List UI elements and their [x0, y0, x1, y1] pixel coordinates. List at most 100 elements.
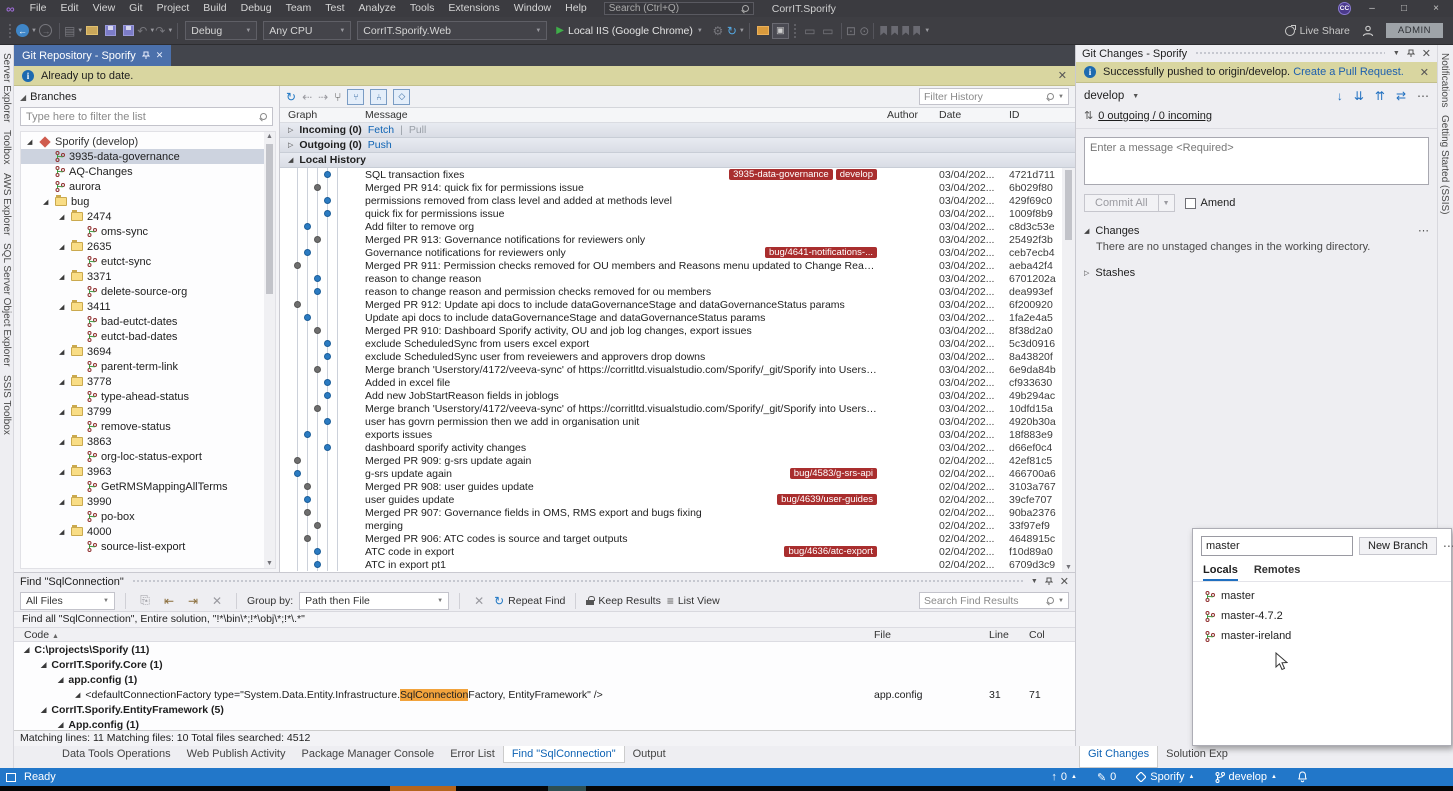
- cherry-pick-button[interactable]: ⇠: [302, 90, 312, 104]
- expander-icon[interactable]: [59, 273, 67, 281]
- branch-tree-item[interactable]: bad-eutct-dates: [21, 314, 275, 329]
- search-find-results-input[interactable]: Search Find Results ▼: [919, 592, 1069, 609]
- expander-icon[interactable]: [59, 498, 67, 506]
- column-message[interactable]: Message: [352, 109, 887, 121]
- new-file-button[interactable]: ▤▼: [64, 21, 83, 41]
- refresh-history-button[interactable]: ↻: [286, 90, 296, 104]
- local-history-section-row[interactable]: ◢Local History: [280, 153, 1075, 168]
- branch-tree-item[interactable]: org-loc-status-export: [21, 449, 275, 464]
- column-file[interactable]: File: [874, 629, 989, 641]
- stashes-section-header[interactable]: ▷Stashes: [1076, 259, 1437, 281]
- branch-tree-item[interactable]: eutct-bad-dates: [21, 329, 275, 344]
- commit-row[interactable]: Merged PR 912: Update api docs to includ…: [280, 298, 1075, 311]
- expander-icon[interactable]: [59, 438, 67, 446]
- branch-dropdown-caret-icon[interactable]: ▼: [1132, 93, 1139, 100]
- menu-item[interactable]: Tools: [403, 0, 442, 17]
- expander-icon[interactable]: ◢: [58, 721, 63, 729]
- commit-all-button[interactable]: Commit All ▼: [1084, 194, 1175, 212]
- save-button[interactable]: [101, 21, 119, 41]
- notifications-bell-icon[interactable]: [1297, 771, 1308, 783]
- feedback-person-icon[interactable]: [1362, 25, 1374, 37]
- expander-icon[interactable]: ◢: [24, 646, 29, 654]
- bookmark-buttons[interactable]: ▼: [878, 21, 930, 41]
- more-actions-button[interactable]: ⋯: [1417, 89, 1429, 103]
- bottom-tab[interactable]: Find "SqlConnection": [503, 746, 625, 763]
- side-tab[interactable]: SSIS Toolbox: [1, 375, 12, 435]
- menu-item[interactable]: Help: [558, 0, 594, 17]
- expander-icon[interactable]: [59, 348, 67, 356]
- expander-icon[interactable]: ◢: [75, 691, 80, 699]
- outgoing-section-row[interactable]: ▷Outgoing (0) Push: [280, 138, 1075, 153]
- menu-item[interactable]: Project: [150, 0, 197, 17]
- repository-button[interactable]: Sporify▲: [1136, 771, 1194, 783]
- pin-icon[interactable]: [1407, 49, 1415, 58]
- bottom-tab[interactable]: Web Publish Activity: [179, 746, 294, 762]
- current-branch-dropdown[interactable]: develop: [1084, 90, 1124, 102]
- undo-button[interactable]: ↶▼: [137, 21, 155, 41]
- expander-icon[interactable]: ◢: [41, 706, 46, 714]
- prev-result-button[interactable]: ⇤: [160, 591, 178, 611]
- expander-icon[interactable]: [43, 198, 51, 206]
- branch-tree-item[interactable]: 4000: [21, 524, 275, 539]
- find-result-row[interactable]: ◢C:\projects\Sporify (11): [14, 642, 1075, 657]
- close-button[interactable]: ×: [1425, 3, 1447, 14]
- side-tab[interactable]: SQL Server Object Explorer: [1, 243, 12, 367]
- scroll-down-icon[interactable]: ▼: [264, 560, 275, 567]
- branch-tree-item[interactable]: remove-status: [21, 419, 275, 434]
- push-button[interactable]: ⇈: [1375, 89, 1385, 103]
- branch-tree-item[interactable]: 3411: [21, 299, 275, 314]
- find-result-row[interactable]: ◢CorrIT.Sporify.Core (1): [14, 657, 1075, 672]
- toggle-tags-button[interactable]: ◇: [393, 89, 410, 105]
- bottom-tab[interactable]: Package Manager Console: [293, 746, 442, 762]
- current-branch-button[interactable]: develop▲: [1215, 771, 1278, 783]
- find-result-row[interactable]: ◢App.config (1): [14, 717, 1075, 730]
- commit-row[interactable]: Merged PR 911: Permission checks removed…: [280, 259, 1075, 272]
- commit-row[interactable]: Add filter to remove org 03/04/202... c8…: [280, 220, 1075, 233]
- expander-icon[interactable]: ◢: [41, 661, 46, 669]
- close-infobar-icon[interactable]: ✕: [1058, 69, 1067, 82]
- sync-button[interactable]: ⇄: [1396, 89, 1406, 103]
- branch-tree-item[interactable]: 3778: [21, 374, 275, 389]
- history-scrollbar[interactable]: ▼: [1062, 168, 1075, 572]
- menu-item[interactable]: Git: [122, 0, 149, 17]
- menu-item[interactable]: Window: [507, 0, 558, 17]
- restore-layout-icon[interactable]: [6, 773, 16, 782]
- close-panel-icon[interactable]: ✕: [1422, 47, 1431, 60]
- commit-row[interactable]: Merged PR 906: ATC codes is source and t…: [280, 532, 1075, 545]
- branch-tree-item[interactable]: eutct-sync: [21, 254, 275, 269]
- copy-results-button[interactable]: ⎘: [136, 591, 154, 611]
- iis-settings-button[interactable]: ▣: [772, 23, 789, 39]
- branch-tree-item[interactable]: delete-source-org: [21, 284, 275, 299]
- tab-remotes[interactable]: Remotes: [1254, 564, 1300, 581]
- expander-icon[interactable]: [59, 378, 67, 386]
- menu-item[interactable]: View: [86, 0, 123, 17]
- commit-row[interactable]: Added in excel file 03/04/202... cf93363…: [280, 376, 1075, 389]
- push-link[interactable]: Push: [368, 139, 392, 151]
- toggle-full-graph-button[interactable]: ⑃: [370, 89, 387, 105]
- commit-row[interactable]: Merged PR 909: g-srs update again 02/04/…: [280, 454, 1075, 467]
- commit-row[interactable]: ATC code in export bug/4636/atc-export 0…: [280, 545, 1075, 558]
- bottom-tab[interactable]: Data Tools Operations: [54, 746, 179, 762]
- side-tab[interactable]: Notifications: [1439, 53, 1450, 107]
- commit-row[interactable]: g-srs update again bug/4583/g-srs-api 02…: [280, 467, 1075, 480]
- bottom-tab[interactable]: Output: [625, 746, 674, 762]
- list-view-button[interactable]: ≡List View: [667, 594, 720, 608]
- commit-row[interactable]: Governance notifications for reviewers o…: [280, 246, 1075, 259]
- commit-row[interactable]: SQL transaction fixes 3935-data-governan…: [280, 168, 1075, 181]
- tab-locals[interactable]: Locals: [1203, 564, 1238, 581]
- commit-row[interactable]: Merged PR 907: Governance fields in OMS,…: [280, 506, 1075, 519]
- find-panel-title-bar[interactable]: Find "SqlConnection" ▼ ✕: [14, 573, 1075, 590]
- branch-tree-item[interactable]: 3935-data-governance: [21, 149, 275, 164]
- branch-tree-item[interactable]: po-box: [21, 509, 275, 524]
- commit-row[interactable]: dashboard sporify activity changes 03/04…: [280, 441, 1075, 454]
- branch-tree-item[interactable]: 3694: [21, 344, 275, 359]
- menu-item[interactable]: Analyze: [352, 0, 403, 17]
- outgoing-incoming-link[interactable]: 0 outgoing / 0 incoming: [1098, 110, 1212, 122]
- clear-results-button[interactable]: ✕: [208, 591, 226, 611]
- close-panel-icon[interactable]: ✕: [1060, 575, 1069, 588]
- menu-item[interactable]: Debug: [234, 0, 279, 17]
- expander-icon[interactable]: [59, 468, 67, 476]
- expander-icon[interactable]: [59, 528, 67, 536]
- start-debugging-button[interactable]: ▶Local IIS (Google Chrome)▼: [556, 25, 703, 37]
- tab-git-repository[interactable]: Git Repository - Sporify ✕: [14, 45, 171, 66]
